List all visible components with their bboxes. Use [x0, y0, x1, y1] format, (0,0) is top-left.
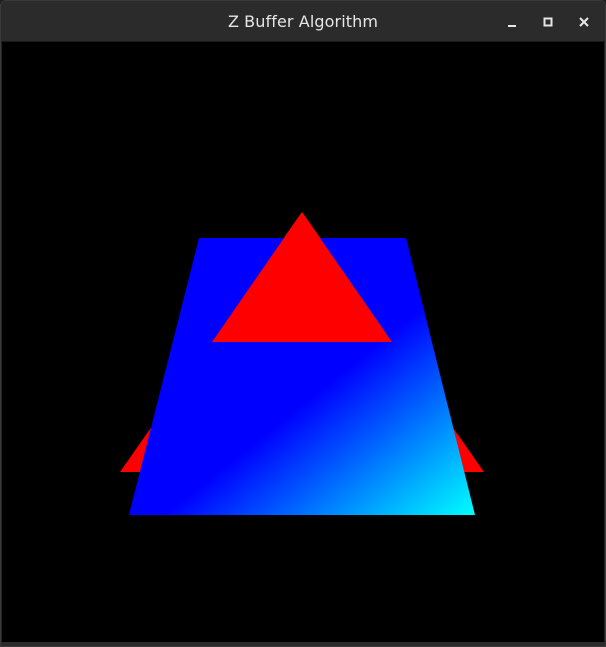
- minimize-icon: [508, 25, 516, 27]
- scene-svg: [2, 42, 604, 642]
- minimize-button[interactable]: [500, 10, 524, 34]
- maximize-icon: [543, 17, 553, 27]
- maximize-button[interactable]: [536, 10, 560, 34]
- title-bar[interactable]: Z Buffer Algorithm: [1, 1, 605, 42]
- window-bottom-edge: [1, 642, 605, 646]
- render-canvas: [2, 42, 604, 642]
- close-button[interactable]: [572, 10, 596, 34]
- close-icon: [579, 17, 589, 27]
- app-window: Z Buffer Algorithm: [0, 0, 606, 647]
